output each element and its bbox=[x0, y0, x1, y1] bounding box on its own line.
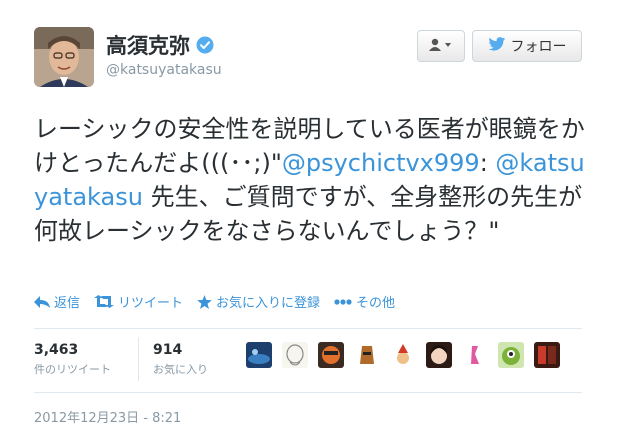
avatar[interactable] bbox=[34, 27, 94, 87]
user-handle[interactable]: @katsuyatakasu bbox=[106, 62, 222, 78]
facepile-avatar[interactable] bbox=[462, 342, 488, 368]
facepile-avatar[interactable] bbox=[498, 342, 524, 368]
follow-button[interactable]: フォロー bbox=[472, 30, 582, 62]
tweet-timestamp[interactable]: 2012年12月23日 - 8:21 bbox=[34, 407, 181, 426]
reply-label: 返信 bbox=[54, 296, 81, 311]
more-dots-icon bbox=[334, 298, 352, 305]
user-name-row: 高須克弥 bbox=[106, 30, 214, 60]
favorite-label: お気に入りに登録 bbox=[216, 296, 321, 311]
user-fullname[interactable]: 高須克弥 bbox=[106, 30, 190, 60]
reply-button[interactable]: 返信 bbox=[34, 292, 80, 311]
retweet-button[interactable]: リツイート bbox=[94, 292, 183, 311]
favorite-button[interactable]: お気に入りに登録 bbox=[197, 292, 320, 311]
tweet-actions: 返信 リツイート お気に入りに登録 その他 bbox=[34, 292, 409, 311]
divider bbox=[34, 392, 582, 393]
divider bbox=[34, 328, 582, 329]
twitter-bird-icon bbox=[488, 37, 506, 55]
verified-badge-icon bbox=[196, 36, 214, 54]
retweet-label: リツイート bbox=[118, 296, 184, 311]
facepile bbox=[246, 342, 570, 368]
star-icon bbox=[197, 294, 212, 309]
tweet-text-part: : bbox=[479, 149, 496, 177]
facepile-avatar[interactable] bbox=[246, 342, 272, 368]
facepile-avatar[interactable] bbox=[354, 342, 380, 368]
mention-link[interactable]: @psychictvx999 bbox=[282, 149, 480, 177]
user-actions-button[interactable] bbox=[417, 30, 465, 62]
more-label: その他 bbox=[356, 296, 396, 311]
facepile-avatar[interactable] bbox=[390, 342, 416, 368]
facepile-avatar[interactable] bbox=[534, 342, 560, 368]
facepile-avatar[interactable] bbox=[318, 342, 344, 368]
reply-icon bbox=[34, 295, 50, 308]
stat-divider bbox=[138, 337, 139, 381]
favorite-count-label: お気に入り bbox=[153, 363, 208, 376]
user-dropdown-icon bbox=[428, 37, 454, 56]
tweet-text: レーシックの安全性を説明している医者が眼鏡をかけとったんだよ(((･･;)"@p… bbox=[34, 112, 594, 248]
facepile-avatar[interactable] bbox=[282, 342, 308, 368]
retweet-count: 3,463 bbox=[34, 342, 79, 358]
tweet-card: 高須克弥 @katsuyatakasu フォロー レーシックの安全性を説明してい… bbox=[0, 0, 625, 441]
retweet-count-label: 件のリツイート bbox=[34, 363, 111, 376]
follow-label: フォロー bbox=[510, 39, 567, 55]
retweet-stat[interactable]: 3,463 件のリツイート bbox=[34, 342, 111, 377]
retweet-icon bbox=[94, 295, 115, 308]
favorite-stat[interactable]: 914 お気に入り bbox=[153, 342, 208, 377]
more-button[interactable]: その他 bbox=[334, 292, 395, 311]
facepile-avatar[interactable] bbox=[426, 342, 452, 368]
favorite-count: 914 bbox=[153, 342, 183, 358]
